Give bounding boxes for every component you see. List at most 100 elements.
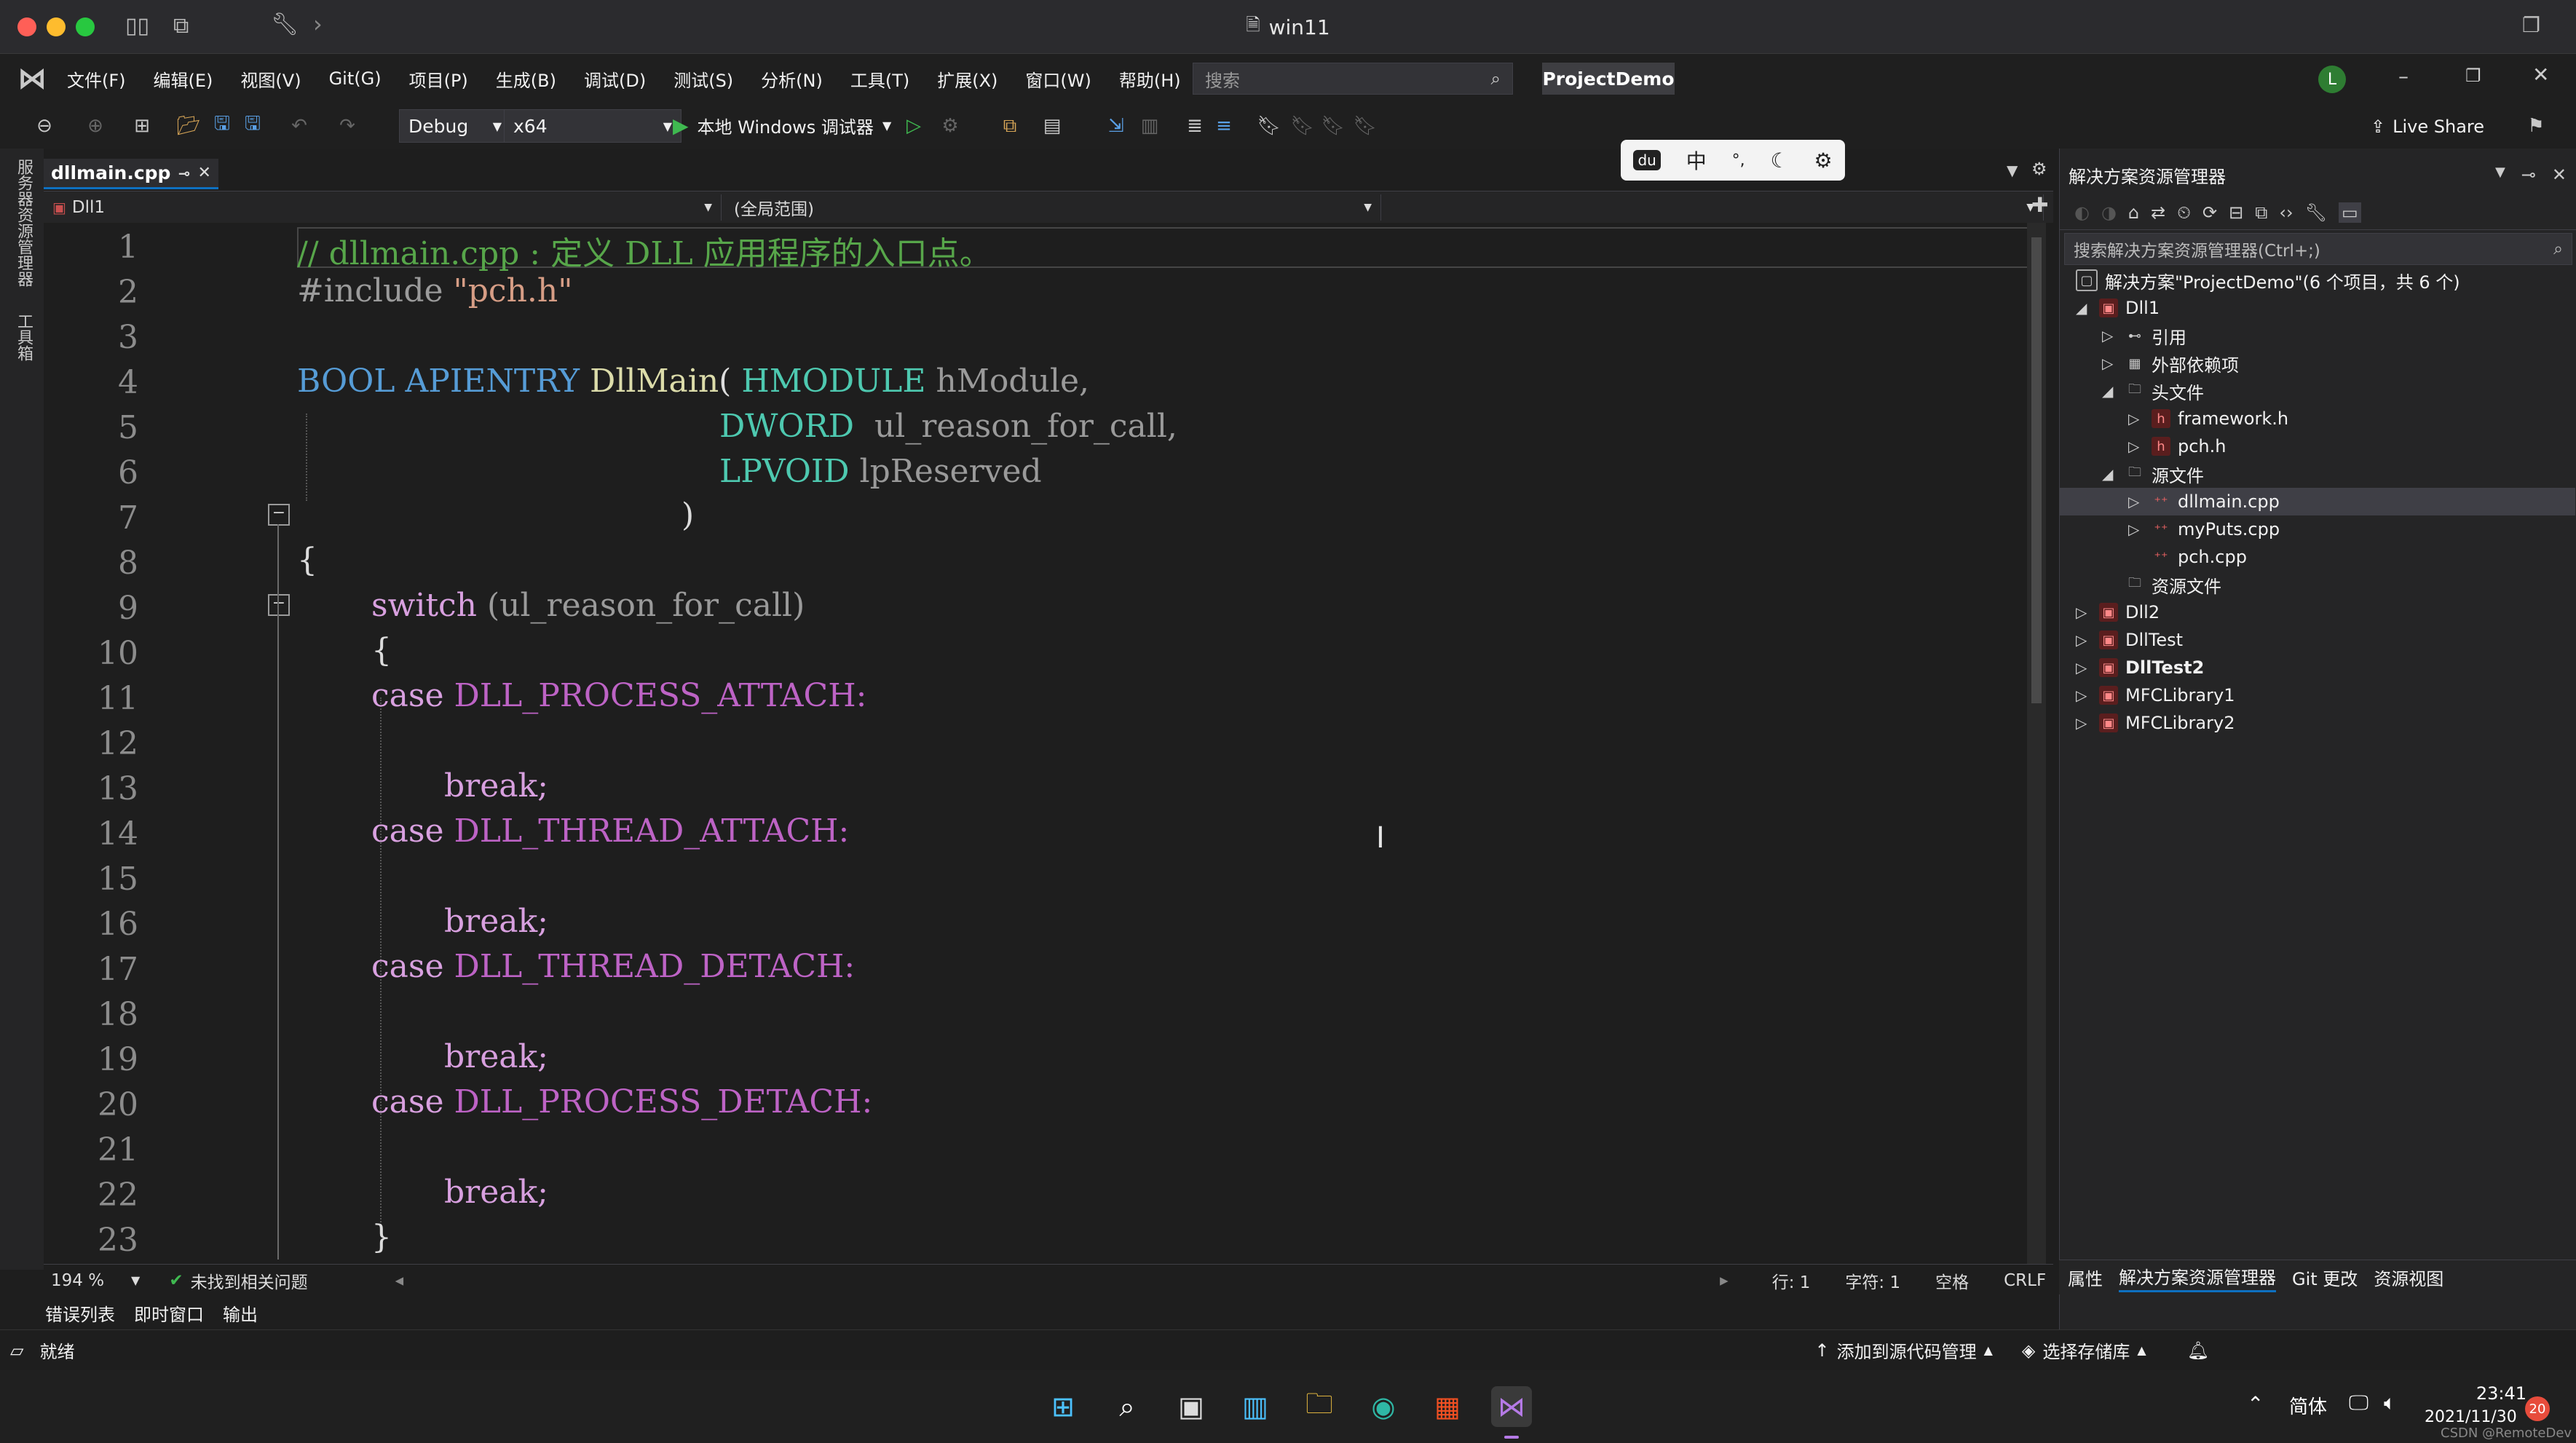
solution-search-input[interactable]: 搜索解决方案资源管理器(Ctrl+;) ⌕ xyxy=(2064,233,2572,265)
tab-dllmain-cpp[interactable]: dllmain.cpp ⊸ ✕ xyxy=(44,159,218,189)
start-debugging-button[interactable]: ▶ 本地 Windows 调试器 ▼ xyxy=(673,109,891,141)
collapsed-icon[interactable]: ▷ xyxy=(2128,438,2144,455)
ime-mode-toggle[interactable]: 中 xyxy=(1686,146,1707,175)
menu-tools[interactable]: 工具(T) xyxy=(850,66,909,92)
tree-item-external-deps[interactable]: ▷ ▦ 外部依赖项 xyxy=(2102,349,2239,377)
collapsed-icon[interactable]: ▷ xyxy=(2102,355,2118,372)
volume-icon[interactable]: 🔈︎ xyxy=(2384,1391,2396,1415)
add-to-source-control-button[interactable]: 添加到源代码管理 xyxy=(1837,1337,1977,1363)
tree-item-source-files[interactable]: ◢ 🗀 源文件 xyxy=(2102,460,2204,488)
edge-icon[interactable]: ◉ xyxy=(1363,1386,1404,1427)
ime-logo-icon[interactable]: du xyxy=(1633,150,1661,170)
gear-icon[interactable]: ⚙ xyxy=(1814,149,1832,173)
input-language[interactable]: 简体 xyxy=(2289,1392,2327,1419)
step-icon[interactable]: ⇲ xyxy=(1102,112,1130,140)
undo-icon[interactable]: ↶ xyxy=(285,112,313,140)
switch-views-icon[interactable]: ⇄ xyxy=(2151,202,2165,223)
collapsed-icon[interactable]: ▷ xyxy=(2128,410,2144,427)
forward-icon[interactable]: ⊕ xyxy=(82,112,109,140)
preview-icon[interactable]: ▭ xyxy=(2339,202,2361,223)
task-view-icon[interactable]: ▣ xyxy=(1171,1386,1212,1427)
pending-changes-icon[interactable]: ⏲ xyxy=(2177,202,2191,223)
attach-process-icon[interactable]: ⚙ xyxy=(936,112,964,140)
collapsed-icon[interactable]: ▷ xyxy=(2076,631,2092,649)
outdent-icon[interactable]: ≡ xyxy=(1210,112,1238,140)
file-explorer-icon[interactable]: 🗀 xyxy=(1299,1386,1340,1427)
sync-icon[interactable]: ⟳ xyxy=(2202,202,2217,223)
tab-output[interactable]: 输出 xyxy=(223,1300,258,1326)
close-icon[interactable]: ✕ xyxy=(2532,63,2549,87)
project-dropdown[interactable]: ▣ Dll1 ▼ xyxy=(44,194,722,221)
properties-icon[interactable]: 🔧︎ xyxy=(2305,202,2327,223)
collapsed-icon[interactable]: ▷ xyxy=(2076,659,2092,676)
clock-time[interactable]: 23:41 xyxy=(2446,1383,2526,1404)
collapse-icon[interactable]: − xyxy=(268,504,290,526)
close-tab-icon[interactable]: ✕ xyxy=(198,164,211,182)
tab-error-list[interactable]: 错误列表 xyxy=(45,1300,115,1326)
tree-item-dlltest[interactable]: ▷ ▣ DllTest xyxy=(2076,626,2183,654)
bookmark-clear-icon[interactable]: 🔖︎ xyxy=(1351,112,1379,140)
zoom-level[interactable]: 194 % xyxy=(51,1271,131,1290)
collapsed-icon[interactable]: ▷ xyxy=(2076,687,2092,704)
scroll-right-icon[interactable]: ▸ xyxy=(1720,1271,1728,1290)
chevron-up-icon[interactable]: ⌃ xyxy=(2247,1392,2264,1416)
bookmark-prev-icon[interactable]: 🔖︎ xyxy=(1289,112,1316,140)
minimize-icon[interactable]: – xyxy=(2398,64,2409,88)
split-icon[interactable]: ✚ xyxy=(2031,193,2048,217)
tree-item-framework-h[interactable]: ▷ h framework.h xyxy=(2128,405,2288,432)
collapsed-icon[interactable]: ▷ xyxy=(2128,493,2144,510)
bookmark-next-icon[interactable]: 🔖︎ xyxy=(1319,112,1347,140)
issues-status[interactable]: 未找到相关问题 xyxy=(191,1268,308,1293)
menu-file[interactable]: 文件(F) xyxy=(67,66,126,92)
network-icon[interactable]: 🖵︎ xyxy=(2349,1391,2368,1415)
select-repository-button[interactable]: 选择存储库 xyxy=(2042,1337,2130,1363)
tree-item-myputs-cpp[interactable]: ▷ ⁺⁺ myPuts.cpp xyxy=(2128,515,2280,543)
home-icon[interactable]: ⌂ xyxy=(2128,202,2139,223)
open-folder-icon[interactable]: 📂︎ xyxy=(175,112,202,140)
tree-item-solution[interactable]: ▢ 解决方案"ProjectDemo"(6 个项目，共 6 个) xyxy=(2076,266,2460,294)
solution-config-icon[interactable]: ⧉ xyxy=(996,112,1024,140)
store-icon[interactable]: ▦ xyxy=(1427,1386,1468,1427)
new-project-icon[interactable]: ⊞ xyxy=(128,112,156,140)
collapsed-icon[interactable]: ▷ xyxy=(2102,327,2118,344)
maximize-icon[interactable]: ❐ xyxy=(2465,66,2481,86)
expanded-icon[interactable]: ◢ xyxy=(2102,382,2118,400)
tab-immediate-window[interactable]: 即时窗口 xyxy=(134,1300,204,1326)
bell-icon[interactable]: 🔔︎ xyxy=(2187,1340,2209,1361)
tree-item-mfclibrary2[interactable]: ▷ ▣ MFCLibrary2 xyxy=(2076,709,2235,737)
menu-build[interactable]: 生成(B) xyxy=(496,66,556,92)
toolbox-tab[interactable]: 工具箱 xyxy=(12,313,35,361)
indent-indicator[interactable]: 空格 xyxy=(1935,1268,1969,1293)
feedback-icon[interactable]: ⚑ xyxy=(2522,112,2550,140)
tree-item-dllmain-cpp[interactable]: ▷ ⁺⁺ dllmain.cpp xyxy=(2128,488,2280,515)
tree-item-header-files[interactable]: ◢ 🗀 头文件 xyxy=(2102,377,2204,405)
start-without-debugging-icon[interactable]: ▷ xyxy=(900,112,928,140)
chevron-down-icon[interactable]: ▼ xyxy=(131,1273,140,1287)
char-indicator[interactable]: 字符: 1 xyxy=(1845,1268,1900,1293)
start-icon[interactable]: ⊞ xyxy=(1043,1386,1083,1427)
save-icon[interactable]: 🖫︎ xyxy=(208,112,236,140)
bookmark-icon[interactable]: 🔖︎ xyxy=(1255,112,1283,140)
collapsed-icon[interactable]: ▷ xyxy=(2076,604,2092,621)
format-icon[interactable]: ▥ xyxy=(1136,112,1163,140)
chevron-down-icon[interactable]: ▼ xyxy=(2495,165,2505,185)
code-editor[interactable]: 1 2 3 4 5 6 7 8 9 10 11 12 13 14 15 16 1… xyxy=(44,223,2046,1264)
search-icon[interactable]: ⌕ xyxy=(1107,1386,1147,1427)
tree-item-pch-h[interactable]: ▷ h pch.h xyxy=(2128,432,2226,460)
scroll-left-icon[interactable]: ◂ xyxy=(395,1271,404,1290)
output-toggle-icon[interactable]: ▱ xyxy=(10,1340,23,1361)
expanded-icon[interactable]: ◢ xyxy=(2102,465,2118,483)
menu-help[interactable]: 帮助(H) xyxy=(1119,66,1181,92)
pin-icon[interactable]: ⊸ xyxy=(2521,165,2536,185)
close-icon[interactable]: ✕ xyxy=(2552,165,2567,185)
collapsed-icon[interactable]: ▷ xyxy=(2076,714,2092,732)
server-explorer-tab[interactable]: 服务器资源管理器 xyxy=(12,159,35,287)
forward-icon[interactable]: ◑ xyxy=(2101,202,2117,223)
tab-resource-view[interactable]: 资源视图 xyxy=(2374,1265,2443,1290)
scope-dropdown[interactable]: (全局范围) ▼ xyxy=(703,194,1381,221)
layout-icon[interactable]: ▤ xyxy=(1038,112,1066,140)
platform-select[interactable]: x64 ▼ xyxy=(504,109,681,143)
tree-item-dll1[interactable]: ◢ ▣ Dll1 xyxy=(2076,294,2160,322)
collapse-all-icon[interactable]: ⊟ xyxy=(2229,202,2243,223)
member-dropdown[interactable]: ▼ xyxy=(1363,194,2044,221)
